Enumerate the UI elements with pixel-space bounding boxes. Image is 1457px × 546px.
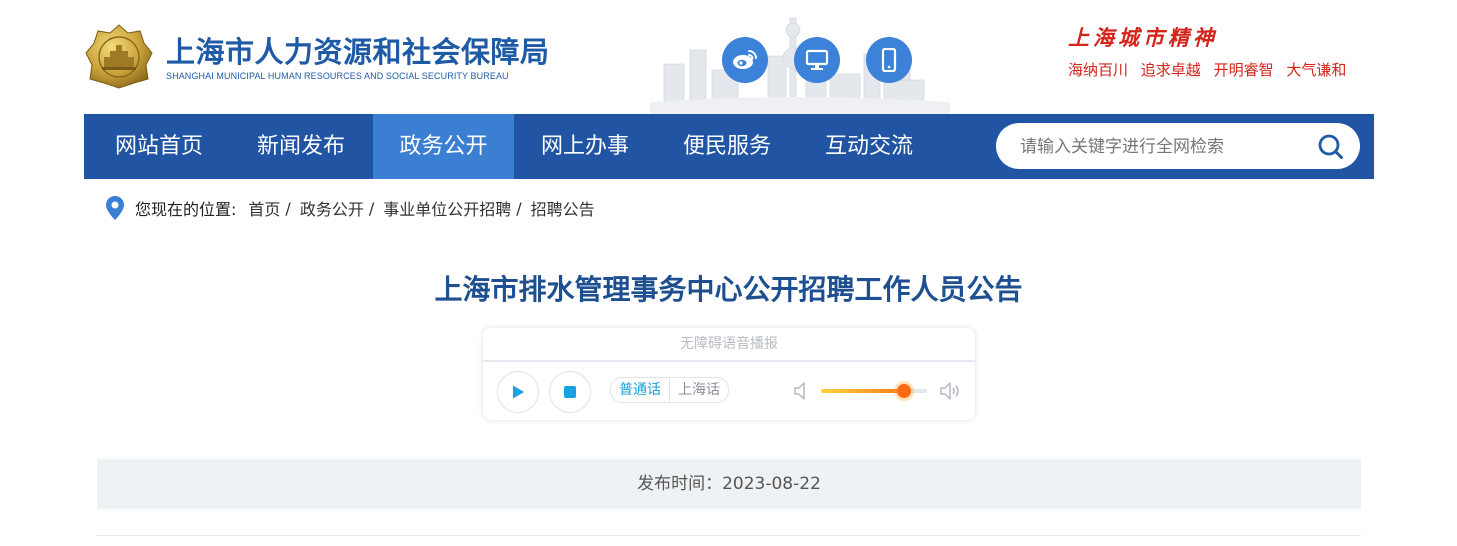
nav-item-news[interactable]: 新闻发布 — [238, 114, 364, 179]
weibo-button[interactable] — [722, 37, 768, 83]
search-input[interactable] — [1018, 123, 1302, 171]
nav-item-public-services[interactable]: 便民服务 — [664, 114, 790, 179]
site-header: 上海市人力资源和社会保障局 SHANGHAI MUNICIPAL HUMAN R… — [0, 0, 1457, 114]
breadcrumb-label: 您现在的位置: — [135, 200, 237, 219]
stop-button[interactable] — [549, 371, 591, 413]
audio-player: 无障碍语音播报 普通话 上海话 — [483, 328, 975, 420]
breadcrumb-government-affairs[interactable]: 政务公开 — [300, 196, 364, 220]
breadcrumb-home[interactable]: 首页 — [248, 196, 280, 220]
article-title: 上海市排水管理事务中心公开招聘工作人员公告 — [434, 273, 1023, 306]
search-icon[interactable] — [1318, 134, 1344, 160]
volume-slider[interactable] — [821, 384, 927, 398]
spirit-word: 追求卓越 — [1140, 61, 1201, 79]
nav-item-home[interactable]: 网站首页 — [96, 114, 222, 179]
main-nav: 网站首页 新闻发布 政务公开 网上办事 便民服务 互动交流 — [84, 114, 1374, 179]
player-header: 无障碍语音播报 — [483, 328, 975, 362]
nav-item-government-affairs[interactable]: 政务公开 — [373, 114, 514, 179]
breadcrumb-recruitment[interactable]: 事业单位公开招聘 — [383, 196, 511, 220]
nav-item-online-services[interactable]: 网上办事 — [522, 114, 648, 179]
volume-high-icon — [940, 382, 959, 400]
city-spirit-words: 海纳百川 追求卓越 开明睿智 大气谦和 — [1068, 59, 1354, 80]
spirit-word: 海纳百川 — [1068, 61, 1129, 79]
weibo-icon — [733, 50, 757, 69]
play-button[interactable] — [497, 371, 539, 413]
breadcrumb-separator: / — [368, 198, 375, 218]
lang-shanghainese-option[interactable]: 上海话 — [670, 378, 728, 402]
search-box — [996, 123, 1360, 171]
breadcrumb: 您现在的位置: 首页 / 政务公开 / 事业单位公开招聘 / 招聘公告 — [106, 196, 595, 220]
lang-mandarin-option[interactable]: 普通话 — [611, 378, 670, 402]
breadcrumb-separator: / — [285, 198, 291, 218]
nav-item-interaction[interactable]: 互动交流 — [806, 114, 932, 179]
site-title: 上海市人力资源和社会保障局 — [166, 35, 550, 69]
volume-low-icon — [794, 382, 805, 400]
divider — [97, 535, 1361, 536]
stop-icon — [564, 386, 576, 398]
publish-date: 发布时间：2023-08-22 — [97, 459, 1361, 509]
play-icon — [513, 385, 524, 399]
breadcrumb-separator: / — [516, 198, 522, 218]
bureau-emblem-icon — [85, 24, 153, 89]
mobile-icon — [881, 48, 897, 72]
city-spirit-title: 上海城市精神 — [1068, 25, 1218, 50]
desktop-site-button[interactable] — [794, 37, 840, 83]
language-toggle: 普通话 上海话 — [610, 377, 729, 403]
spirit-word: 开明睿智 — [1213, 61, 1274, 79]
location-pin-icon — [106, 196, 124, 220]
volume-slider-fill — [821, 389, 904, 393]
breadcrumb-announcement[interactable]: 招聘公告 — [531, 196, 595, 220]
mobile-site-button[interactable] — [866, 37, 912, 83]
desktop-icon — [805, 49, 829, 70]
volume-slider-knob[interactable] — [896, 384, 911, 398]
site-subtitle-en: SHANGHAI MUNICIPAL HUMAN RESOURCES AND S… — [166, 71, 509, 81]
spirit-word: 大气谦和 — [1286, 61, 1347, 79]
